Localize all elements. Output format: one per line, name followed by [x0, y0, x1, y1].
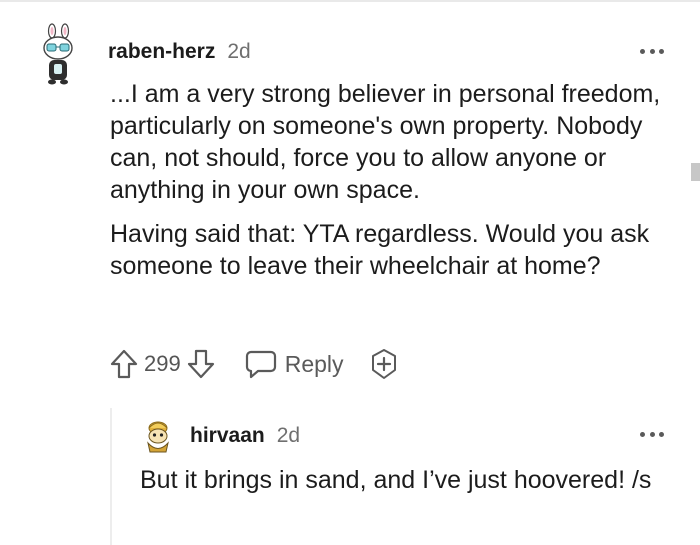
top-divider	[0, 0, 700, 2]
comment-timestamp: 2d	[227, 40, 251, 63]
upvote-button[interactable]	[108, 346, 140, 382]
more-options-icon	[640, 431, 645, 437]
add-award-icon	[371, 349, 396, 379]
reply-body: But it brings in sand, and I’ve just hoo…	[140, 466, 652, 494]
more-options-icon	[640, 48, 645, 54]
bunny-snoo-avatar-icon	[43, 23, 73, 85]
comment-meta: raben-herz 2d	[108, 38, 251, 66]
scrollbar-thumb[interactable]	[691, 163, 700, 181]
comment-paragraph: ...I am a very strong believer in person…	[110, 80, 661, 204]
gold-snoo-avatar-icon	[141, 419, 175, 453]
avatar[interactable]	[40, 22, 76, 86]
reply-username[interactable]: hirvaan	[190, 424, 265, 448]
reply-more-options-button[interactable]	[640, 430, 664, 438]
reply-meta: hirvaan 2d	[190, 422, 300, 450]
thread-line[interactable]	[110, 408, 112, 545]
reply-button[interactable]: Reply	[245, 349, 344, 379]
vote-score: 299	[144, 351, 181, 376]
reply-timestamp: 2d	[276, 424, 301, 447]
downvote-button[interactable]	[185, 346, 217, 382]
more-options-button[interactable]	[640, 47, 664, 55]
comment-paragraph: Having said that: YTA regardless. Would …	[110, 220, 650, 280]
comment-username[interactable]: raben-herz	[108, 40, 215, 64]
reply-avatar[interactable]	[140, 416, 176, 456]
comment-body: ...I am a very strong believer in person…	[110, 78, 670, 282]
speech-bubble-icon	[245, 350, 276, 379]
upvote-arrow-icon	[110, 349, 138, 379]
reply-label: Reply	[284, 350, 344, 377]
award-button[interactable]	[366, 346, 402, 382]
comment-action-bar: 299 Reply	[108, 344, 402, 384]
downvote-arrow-icon	[187, 349, 214, 379]
